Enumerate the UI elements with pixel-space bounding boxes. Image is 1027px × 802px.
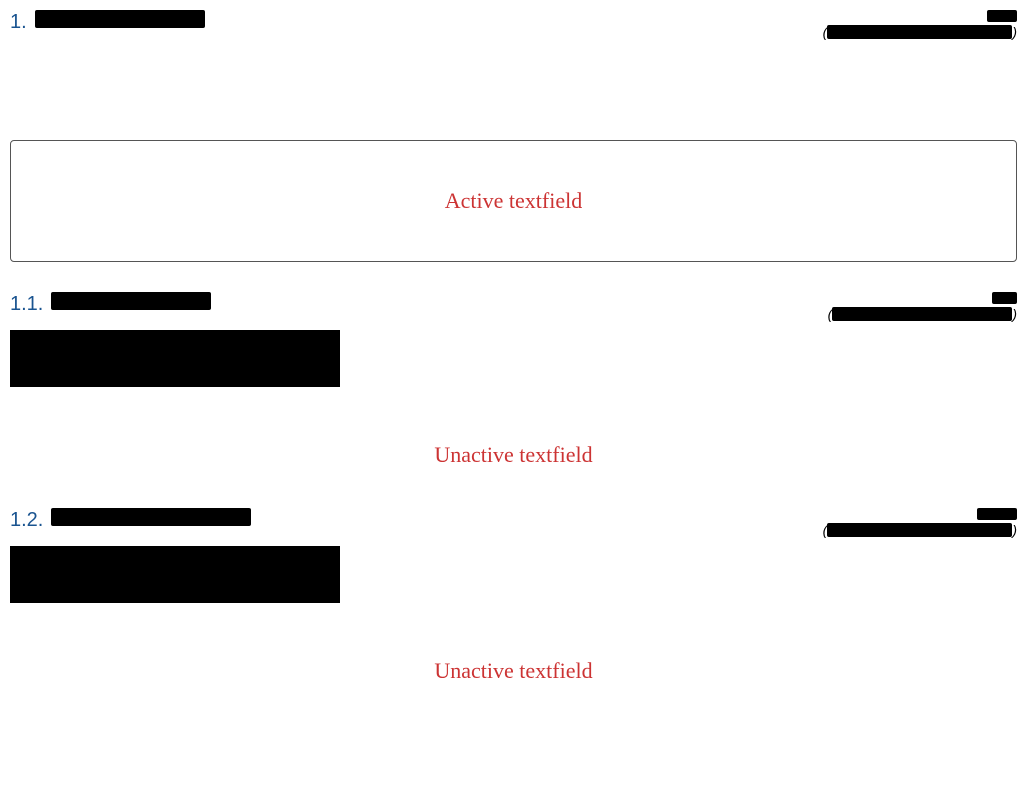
paren-close-1: ) bbox=[1012, 24, 1017, 40]
section-1-2-left: 1.2. bbox=[10, 508, 251, 532]
unactive-textfield-2: Unactive textfield bbox=[10, 658, 1017, 684]
redacted-sub-1 bbox=[827, 25, 1012, 39]
unactive-textfield-2-label: Unactive textfield bbox=[434, 658, 592, 684]
paren-close-1-1: ) bbox=[1012, 306, 1017, 322]
redacted-block-1-1 bbox=[10, 330, 340, 387]
redacted-sub-1-wrap: ( ) bbox=[823, 24, 1017, 40]
redacted-sub-1-2-wrap: ( ) bbox=[823, 522, 1017, 538]
section-1-left: 1. bbox=[10, 10, 205, 34]
paren-close-1-2: ) bbox=[1012, 522, 1017, 538]
active-textfield-label: Active textfield bbox=[445, 188, 582, 214]
section-1-right: ( ) bbox=[823, 10, 1017, 40]
redacted-title-1-2 bbox=[51, 508, 251, 526]
section-1-2-right: ( ) bbox=[823, 508, 1017, 538]
section-1-1: 1.1. ( ) Unactive textfield bbox=[10, 292, 1017, 468]
redacted-sub-1-2 bbox=[827, 523, 1012, 537]
section-1-2-header: 1.2. ( ) bbox=[10, 508, 1017, 538]
section-1-2-number: 1.2. bbox=[10, 509, 43, 532]
section-1-number: 1. bbox=[10, 11, 27, 34]
section-1-1-right: ( ) bbox=[828, 292, 1017, 322]
section-1-1-header: 1.1. ( ) bbox=[10, 292, 1017, 322]
redacted-title-1-1 bbox=[51, 292, 211, 310]
section-1-header: 1. ( ) bbox=[10, 10, 1017, 40]
redacted-sub-1-1-wrap: ( ) bbox=[828, 306, 1017, 322]
section-1-1-left: 1.1. bbox=[10, 292, 211, 316]
redacted-top-1-1 bbox=[992, 292, 1017, 304]
redacted-sub-1-1 bbox=[832, 307, 1012, 321]
redacted-block-1-2 bbox=[10, 546, 340, 603]
section-1: 1. ( ) Active textfield bbox=[10, 10, 1017, 262]
redacted-top-1-2 bbox=[977, 508, 1017, 520]
unactive-textfield-1-label: Unactive textfield bbox=[434, 442, 592, 468]
section-1-2: 1.2. ( ) Unactive textfield bbox=[10, 508, 1017, 684]
redacted-top-1 bbox=[987, 10, 1017, 22]
section-1-1-number: 1.1. bbox=[10, 293, 43, 316]
redacted-title-1 bbox=[35, 10, 205, 28]
unactive-textfield-1: Unactive textfield bbox=[10, 442, 1017, 468]
active-textfield[interactable]: Active textfield bbox=[10, 140, 1017, 262]
